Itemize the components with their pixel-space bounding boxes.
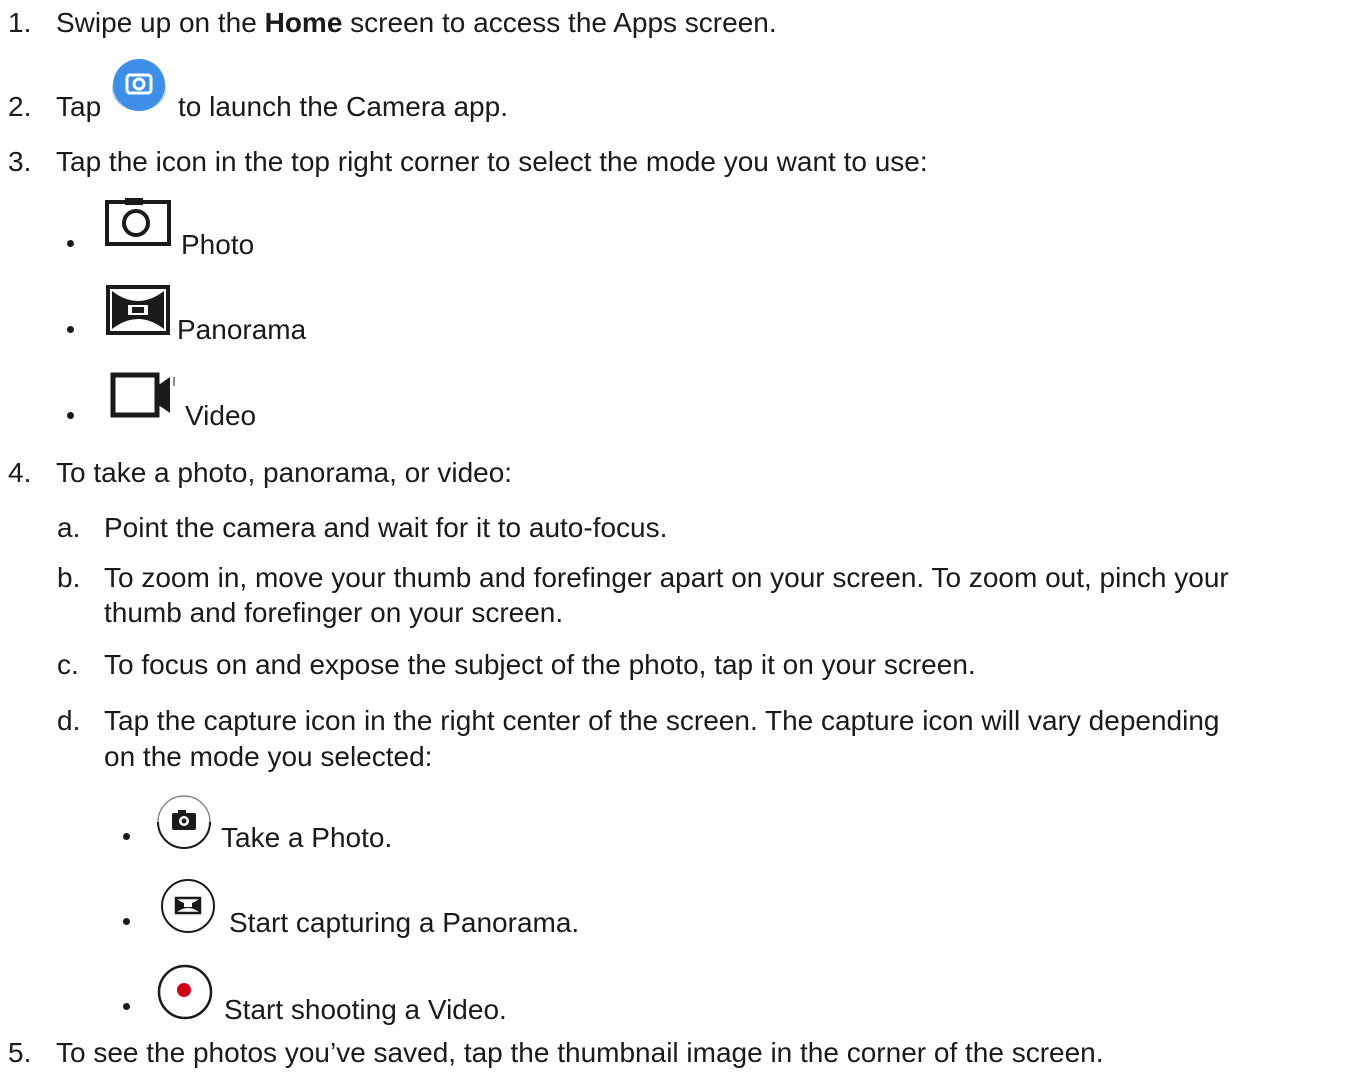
bullet [67,412,74,419]
step-text-post: screen to access the Apps screen. [342,7,777,38]
panorama-capture-icon [161,879,215,933]
step-text: To take a photo, panorama, or video: [56,457,513,488]
step-number: 1. [8,7,32,38]
step-text-post: to launch the Camera app. [178,91,508,122]
substep-text-continued: on the mode you selected: [104,741,433,772]
bullet [67,326,74,333]
capture-label-video: Start shooting a Video. [224,994,507,1025]
step-text: Swipe up on the Home screen to access th… [56,6,777,40]
bullet [67,240,74,247]
step-number: 3. [8,146,32,177]
bullet [123,918,130,925]
substep-text-continued: thumb and forefinger on your screen. [104,597,564,628]
mode-label-panorama: Panorama [177,314,307,345]
substep-text: Tap the capture icon in the right center… [104,705,1220,736]
step-text: To see the photos you’ve saved, tap the … [56,1037,1104,1068]
mode-label-photo: Photo [181,229,255,260]
step-number: 5. [8,1037,32,1068]
bullet [123,1003,130,1010]
substep-letter: a. [57,512,81,543]
substep-letter: c. [57,649,79,680]
substep-text: Point the camera and wait for it to auto… [104,512,668,543]
capture-label-photo: Take a Photo. [221,822,393,853]
home-term: Home [264,7,343,38]
capture-label-panorama: Start capturing a Panorama. [229,907,580,938]
substep-letter: b. [57,562,81,593]
video-mode-icon [110,372,175,418]
panorama-mode-icon [106,285,170,335]
substep-text: To zoom in, move your thumb and forefing… [104,562,1229,593]
step-text-pre: Tap [56,91,102,122]
substep-letter: d. [57,705,81,736]
camera-app-icon [112,59,166,111]
photo-capture-icon [157,795,211,849]
mode-label-video: Video [185,400,257,431]
step-number: 4. [8,457,32,488]
photo-mode-icon [105,198,171,246]
step-text: Tap the icon in the top right corner to … [56,146,928,177]
bullet [123,833,130,840]
substep-text: To focus on and expose the subject of th… [104,649,976,680]
step-text-pre: Swipe up on the [56,7,265,38]
video-capture-icon [157,964,213,1020]
step-number: 2. [8,91,32,122]
